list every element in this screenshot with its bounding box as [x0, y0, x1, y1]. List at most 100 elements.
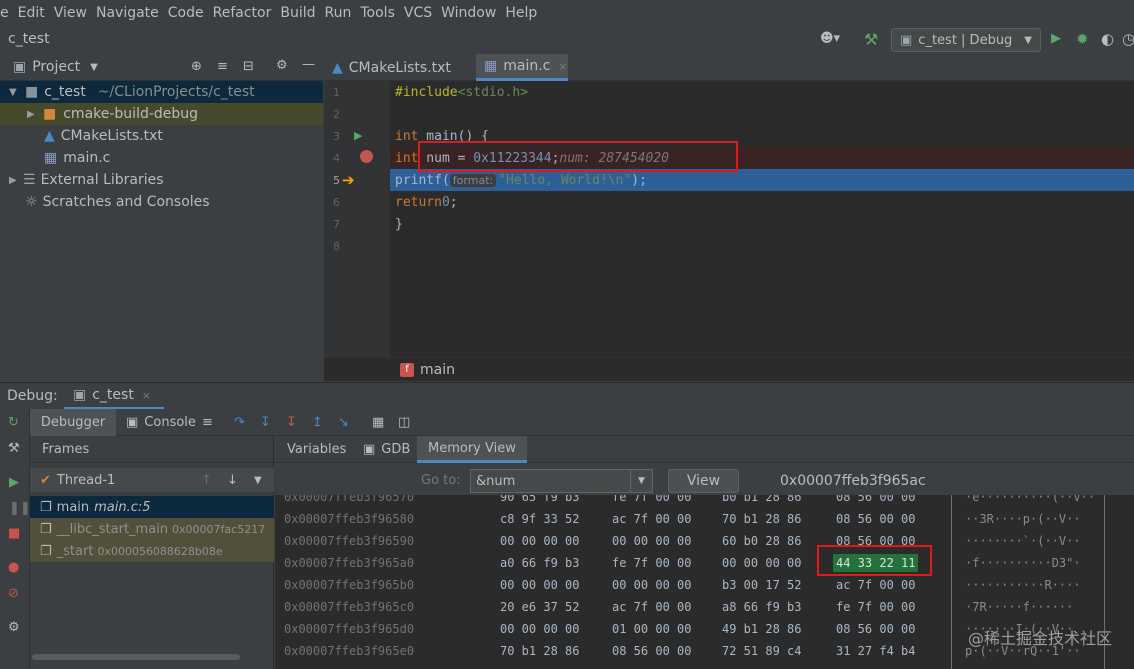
chevron-down-icon[interactable]: ▼ [630, 470, 652, 492]
hide-panel-icon[interactable]: — [302, 57, 315, 72]
show-execution-point-icon[interactable]: ≡ [202, 415, 213, 430]
tree-item-external-libraries[interactable]: ▶ ☰ External Libraries [0, 169, 323, 191]
force-step-into-icon[interactable]: ↧ [286, 415, 297, 430]
run-icon[interactable]: ▶ [1051, 31, 1061, 46]
pause-icon[interactable]: ❚❚ [9, 501, 31, 516]
tab-label: main.c [503, 58, 551, 74]
evaluate-expression-icon[interactable]: ▦ [372, 415, 384, 430]
tab-cmakelists[interactable]: ▲ CMakeLists.txt [324, 54, 474, 81]
step-out-icon[interactable]: ↥ [312, 415, 323, 430]
editor-breadcrumb[interactable]: f main [324, 357, 1134, 381]
tree-item-label: External Libraries [40, 172, 164, 188]
menu-refactor[interactable]: Refactor [204, 5, 272, 21]
frame-row[interactable]: ❐ _start 0x000056088628b08e [30, 540, 274, 562]
debug-bug-icon[interactable]: ✹ [1076, 30, 1089, 48]
debug-label: Debug: [7, 388, 58, 404]
expand-all-icon[interactable]: ≡ [217, 59, 228, 74]
run-gutter-icon[interactable]: ▶ [354, 129, 362, 142]
config-icon: ▣ [900, 32, 913, 48]
menu-navigate[interactable]: Navigate [87, 5, 159, 21]
parameter-hint: format: [449, 173, 497, 187]
tab-memory-view[interactable]: Memory View [417, 436, 527, 463]
folder-icon: ■ [43, 106, 57, 122]
chevron-down-icon[interactable]: ▼ [254, 475, 262, 486]
menu-help[interactable]: Help [496, 5, 537, 21]
stop-icon[interactable]: ■ [8, 526, 20, 541]
project-breadcrumb[interactable]: c_test [8, 31, 50, 47]
horizontal-scrollbar[interactable] [32, 654, 240, 660]
view-button[interactable]: View [668, 469, 739, 493]
debugger-tabs: Debugger ▣ Console ≡ ↷ ↧ ↧ ↥ ↘ ▦ ◫ [30, 409, 1134, 436]
tree-item-cmakelists[interactable]: ▲ CMakeLists.txt [0, 125, 323, 147]
menu-tools[interactable]: Tools [351, 5, 395, 21]
tree-item-label: c_test [44, 84, 86, 100]
layout-icon[interactable]: ◫ [398, 415, 410, 430]
step-into-icon[interactable]: ↧ [260, 415, 271, 430]
chevron-right-icon: ▶ [27, 108, 35, 120]
tree-item-scratches[interactable]: ☼ Scratches and Consoles [0, 191, 323, 213]
menu-view[interactable]: View [45, 5, 87, 21]
resume-icon[interactable]: ▶ [9, 475, 19, 490]
thread-select[interactable]: ✔ Thread-1 ↑ ↓ ▼ [30, 468, 274, 492]
menu-edit[interactable]: Edit [9, 5, 45, 21]
frame-row[interactable]: ❐ main main.c:5 [30, 496, 274, 518]
view-breakpoints-icon[interactable]: ● [8, 560, 19, 575]
tab-console[interactable]: ▣ Console [126, 409, 196, 436]
menu-build[interactable]: Build [271, 5, 315, 21]
run-to-cursor-icon[interactable]: ↘ [338, 415, 349, 430]
arrow-up-icon[interactable]: ↑ [201, 473, 212, 488]
debug-session-tab[interactable]: ▣ c_test × [64, 383, 164, 410]
goto-address-input[interactable]: &num ▼ [470, 469, 653, 493]
settings-wrench-icon[interactable]: ⚒ [8, 441, 20, 456]
project-panel-title[interactable]: Project [32, 59, 80, 75]
tree-item-main-c[interactable]: ▦ main.c [0, 147, 323, 169]
step-over-icon[interactable]: ↷ [234, 415, 245, 430]
tree-item-cmake-build-debug[interactable]: ▶ ■ cmake-build-debug [0, 103, 323, 125]
close-icon[interactable]: × [142, 389, 151, 402]
code-editor[interactable]: 1 2 3 4 5 6 7 8 ▶ ➔ #include <stdio.h> i… [324, 81, 1134, 381]
scratches-icon: ☼ [25, 194, 38, 210]
arrow-down-icon[interactable]: ↓ [227, 473, 238, 488]
debugger-inner-tabs: Variables ▣ GDB Memory View [275, 436, 1134, 463]
tab-variables[interactable]: Variables [287, 436, 346, 463]
tab-main-c[interactable]: ▦ main.c × [476, 54, 568, 81]
console-icon: ▣ [363, 442, 376, 457]
build-hammer-icon[interactable]: ⚒ [864, 30, 878, 49]
chevron-down-icon[interactable]: ▼ [90, 62, 98, 73]
library-icon: ☰ [23, 172, 36, 188]
line-number: 1 [333, 86, 340, 99]
tab-gdb[interactable]: ▣ GDB [363, 436, 410, 463]
chevron-down-icon: ▼ [1024, 34, 1032, 46]
run-configuration-label: c_test | Debug [918, 32, 1013, 48]
tab-debugger[interactable]: Debugger [30, 409, 116, 436]
rerun-icon[interactable]: ↻ [8, 415, 19, 430]
breakpoint-icon[interactable] [360, 150, 373, 163]
menu-code[interactable]: Code [159, 5, 204, 21]
settings-gear-icon[interactable]: ⚙ [8, 620, 20, 635]
locate-target-icon[interactable]: ⊕ [191, 59, 202, 74]
mute-breakpoints-icon[interactable]: ⊘ [8, 586, 19, 601]
menu-vcs[interactable]: VCS [395, 5, 432, 21]
frame-row[interactable]: ❐ __libc_start_main 0x00007fac5217 [30, 518, 274, 540]
line-number: 8 [333, 240, 340, 253]
tree-item-project-root[interactable]: ▼ ■ c_test ~/CLionProjects/c_test [0, 81, 323, 103]
code-line-7: } [395, 216, 403, 232]
profile-icon[interactable]: ◷ [1122, 30, 1134, 48]
collapse-all-icon[interactable]: ⊟ [243, 59, 254, 74]
user-icon[interactable]: ☻▾ [820, 31, 840, 46]
c-file-icon: ▦ [44, 150, 58, 166]
line-number: 7 [333, 218, 340, 231]
highlighted-bytes: 44 33 22 11 [833, 554, 919, 572]
run-configuration-select[interactable]: ▣ c_test | Debug ▼ [891, 28, 1041, 52]
memory-row: 0x00007ffeb3f965c0 20 e6 37 52 ac 7f 00 00… [284, 600, 1074, 614]
menu-window[interactable]: Window [432, 5, 496, 21]
folder-icon: ■ [25, 84, 39, 100]
frame-icon: ❐ [40, 521, 52, 537]
tree-item-label: CMakeLists.txt [60, 128, 163, 144]
watermark-text: @稀土掘金技术社区 [967, 629, 1112, 648]
close-icon[interactable]: × [558, 60, 567, 73]
menu-file[interactable]: e [0, 5, 9, 21]
menu-run[interactable]: Run [316, 5, 352, 21]
settings-gear-icon[interactable]: ⚙ [276, 58, 288, 73]
coverage-icon[interactable]: ◐ [1101, 30, 1114, 48]
